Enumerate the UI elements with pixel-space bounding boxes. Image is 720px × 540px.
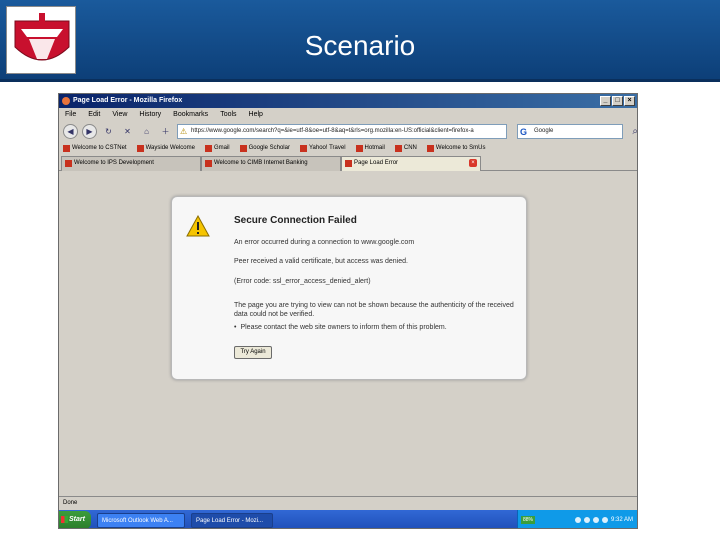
error-explanation: The page you are trying to view can not … [234, 302, 514, 318]
navigation-toolbar: ◀ ▶ ↻ ✕ ⌂ ＋ ⚠ https://www.google.com/sea… [59, 121, 637, 141]
search-input[interactable]: G Google ⌕ [517, 123, 637, 139]
bookmark-item[interactable]: CNN [394, 144, 417, 152]
try-again-button[interactable]: Try Again [234, 346, 272, 359]
bookmark-favicon-icon [136, 144, 144, 152]
tab-page-load-error[interactable]: Page Load Error × [341, 156, 481, 171]
tab-strip: Welcome to IPS Development Welcome to CI… [59, 155, 637, 171]
tab-favicon-icon [205, 160, 212, 167]
firefox-icon [62, 97, 70, 105]
system-tray: 88% 9:32 AM [517, 510, 637, 528]
close-button[interactable]: × [624, 96, 635, 106]
menu-bar: File Edit View History Bookmarks Tools H… [59, 108, 637, 121]
window-controls: _ □ × [600, 96, 635, 106]
menu-help[interactable]: Help [249, 108, 263, 121]
volume-icon[interactable] [583, 517, 590, 523]
tab-ips-development[interactable]: Welcome to IPS Development [61, 156, 201, 171]
error-panel: Secure Connection Failed An error occurr… [171, 196, 527, 380]
messenger-icon[interactable] [601, 517, 608, 523]
bookmark-favicon-icon [204, 144, 212, 152]
bookmarks-toolbar: Welcome to CSTNet Wayside Welcome Gmail … [59, 141, 637, 155]
tab-favicon-icon [65, 160, 72, 167]
bookmark-favicon-icon [426, 144, 434, 152]
slide-title: Scenario [304, 30, 416, 61]
bookmark-item[interactable]: Yahoo! Travel [299, 144, 346, 152]
error-code: (Error code: ssl_error_access_denied_ale… [234, 278, 371, 285]
warning-icon: ⚠ [180, 126, 188, 136]
tab-close-icon[interactable]: × [469, 159, 477, 167]
slide-header: Scenario [0, 0, 720, 82]
bookmark-favicon-icon [239, 144, 247, 152]
tab-cimb-banking[interactable]: Welcome to CIMB Internet Banking [201, 156, 341, 171]
stop-icon[interactable]: ✕ [120, 124, 135, 139]
minimize-button[interactable]: _ [600, 96, 611, 106]
bookmark-item[interactable]: Gmail [204, 144, 230, 152]
error-title: Secure Connection Failed [234, 215, 357, 226]
bookmark-item[interactable]: Hotmail [355, 144, 385, 152]
home-icon[interactable]: ⌂ [139, 124, 154, 139]
forward-icon[interactable]: ▶ [82, 123, 97, 139]
error-description: An error occurred during a connection to… [234, 239, 415, 246]
clock: 9:32 AM [610, 517, 633, 523]
back-icon[interactable]: ◀ [63, 123, 78, 139]
network-icon[interactable] [574, 517, 581, 523]
menu-edit[interactable]: Edit [88, 108, 100, 121]
windows-taskbar: Start Microsoft Outlook Web A... Page Lo… [59, 510, 637, 528]
tab-favicon-icon [345, 160, 352, 167]
error-detail: Peer received a valid certificate, but a… [234, 258, 408, 265]
page-content: Secure Connection Failed An error occurr… [59, 171, 637, 496]
menu-view[interactable]: View [112, 108, 127, 121]
status-bar: Done [59, 496, 637, 510]
menu-file[interactable]: File [65, 108, 76, 121]
bookmark-item[interactable]: Welcome to SmUs [426, 144, 485, 152]
url-text: https://www.google.com/search?q=&ie=utf-… [191, 127, 474, 134]
window-title: Page Load Error - Mozilla Firefox [73, 97, 183, 104]
start-button[interactable]: Start [59, 511, 91, 528]
bookmark-item[interactable]: Welcome to CSTNet [63, 144, 127, 152]
menu-bookmarks[interactable]: Bookmarks [173, 108, 208, 121]
maximize-button[interactable]: □ [612, 96, 623, 106]
menu-history[interactable]: History [139, 108, 161, 121]
bookmark-favicon-icon [63, 144, 70, 152]
google-icon: G [520, 126, 528, 137]
window-titlebar: Page Load Error - Mozilla Firefox _ □ × [59, 94, 637, 108]
bookmark-favicon-icon [355, 144, 363, 152]
taskbar-item-firefox[interactable]: Page Load Error - Mozi... [191, 512, 273, 528]
reload-icon[interactable]: ↻ [101, 124, 116, 139]
search-text: Google [534, 127, 554, 134]
antivirus-icon[interactable] [592, 517, 599, 523]
bookmark-favicon-icon [394, 144, 402, 152]
bookmark-item[interactable]: Wayside Welcome [136, 144, 195, 152]
bookmark-add-icon[interactable]: ＋ [158, 124, 173, 139]
bookmark-favicon-icon [299, 144, 307, 152]
bookmark-item[interactable]: Google Scholar [239, 144, 290, 152]
taskbar-item-outlook[interactable]: Microsoft Outlook Web A... [97, 512, 185, 528]
warning-triangle-icon [186, 215, 210, 237]
zoom-indicator: 88% [521, 516, 536, 524]
search-icon[interactable]: ⌕ [632, 125, 637, 138]
error-suggestion: Please contact the web site owners to in… [234, 323, 446, 332]
menu-tools[interactable]: Tools [220, 108, 236, 121]
firefox-screenshot: Page Load Error - Mozilla Firefox _ □ × … [58, 93, 638, 529]
url-field[interactable]: ⚠ https://www.google.com/search?q=&ie=ut… [177, 123, 507, 139]
